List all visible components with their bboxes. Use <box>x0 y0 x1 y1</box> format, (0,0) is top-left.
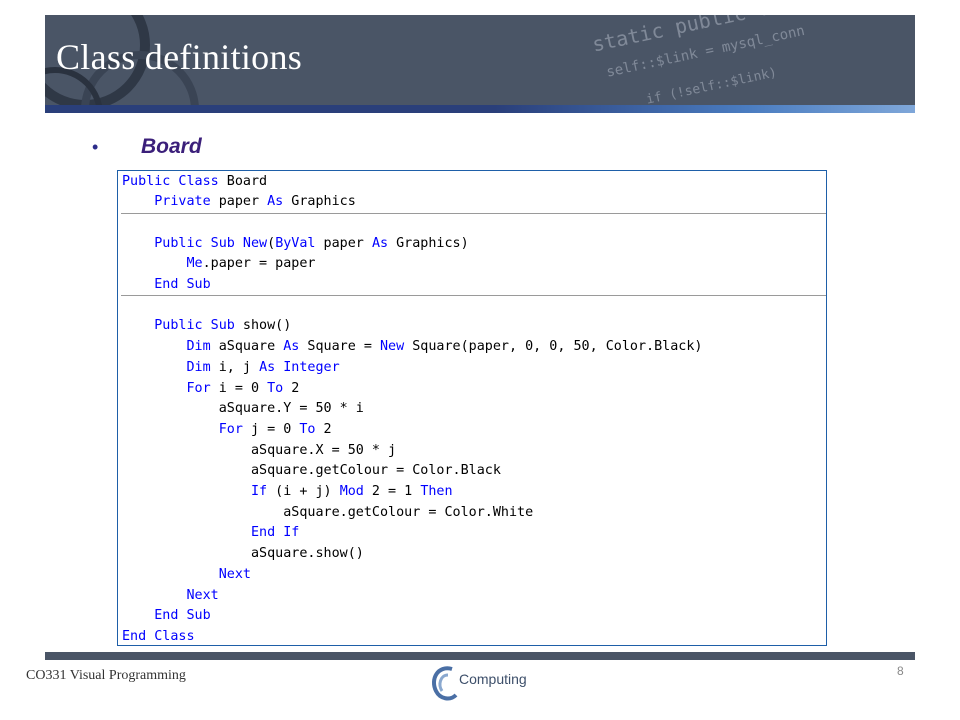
code-keyword: If <box>251 484 268 499</box>
code-keyword: End Sub <box>154 608 211 624</box>
code-line: If (i + j) Mod 2 = 1 Then <box>122 482 453 502</box>
code-line: End Class <box>122 627 195 647</box>
code-keyword: As <box>267 194 284 210</box>
code-keyword: For <box>218 421 243 437</box>
code-text: 2 <box>283 380 300 396</box>
code-line: aSquare.Y = 50 * i <box>122 399 364 419</box>
code-text: aSquare <box>210 339 284 355</box>
code-line: Dim aSquare As Square = New Square(paper… <box>122 337 703 357</box>
code-keyword: As <box>371 235 389 251</box>
code-line: Dim i, j As Integer <box>122 358 340 378</box>
code-text: ( <box>267 235 276 251</box>
code-keyword: End Class <box>122 628 195 644</box>
bullet-item-board: Board <box>141 135 202 158</box>
code-text: Graphics <box>283 194 356 210</box>
code-line: aSquare.X = 50 * j <box>122 441 396 461</box>
page-number: 8 <box>897 664 904 678</box>
code-keyword: Me <box>186 256 203 272</box>
code-line: Public Class Board <box>122 172 267 192</box>
code-keyword: Public Sub New <box>154 235 268 251</box>
code-keyword: To <box>267 380 284 396</box>
computing-logo-icon <box>432 666 458 701</box>
code-text: Square = <box>299 339 380 355</box>
footer-strip <box>45 652 915 660</box>
code-keyword: As Integer <box>259 359 340 375</box>
code-listing: Public Class Board Private paper As Grap… <box>117 170 827 646</box>
code-keyword: To <box>299 421 316 437</box>
code-text: aSquare.getColour = Color.White <box>122 504 534 520</box>
code-keyword: Mod <box>339 484 364 499</box>
code-keyword: Public Sub <box>154 318 235 334</box>
code-text: 2 = 1 <box>363 484 421 499</box>
code-keyword: Then <box>420 484 453 499</box>
code-text: 2 <box>315 421 332 437</box>
code-text: paper <box>210 194 268 210</box>
code-keyword: End Sub <box>154 277 211 292</box>
page-title: Class definitions <box>56 37 303 77</box>
code-separator <box>121 213 826 214</box>
code-line: Me.paper = paper <box>122 254 316 274</box>
code-line: aSquare.getColour = Color.White <box>122 503 533 523</box>
code-line: End Sub <box>122 275 211 295</box>
code-keyword: End If <box>251 525 300 541</box>
code-line: End Sub <box>122 606 211 626</box>
code-keyword: Dim <box>186 359 211 375</box>
code-text: i, j <box>210 359 260 375</box>
code-text: paper <box>315 235 372 251</box>
footer-course-name: CO331 Visual Programming <box>26 668 186 683</box>
code-line: Next <box>122 565 251 585</box>
bullet-dot-icon: • <box>92 137 99 157</box>
code-keyword: New <box>380 339 405 355</box>
code-keyword: Private <box>154 194 211 210</box>
code-keyword: Next <box>186 587 219 603</box>
code-line: Next <box>122 586 219 606</box>
code-line: Private paper As Graphics <box>122 192 356 212</box>
code-text: aSquare.show() <box>122 546 364 562</box>
code-text: aSquare.getColour = Color.Black <box>122 463 501 479</box>
code-line: aSquare.getColour = Color.Black <box>122 461 501 481</box>
code-text: Board <box>218 173 268 189</box>
code-keyword: ByVal <box>275 235 316 251</box>
header-accent-bar <box>45 105 915 113</box>
code-line: aSquare.show() <box>122 544 364 564</box>
code-text: j = 0 <box>242 421 300 437</box>
code-text: show() <box>234 318 292 334</box>
code-line: For i = 0 To 2 <box>122 379 300 399</box>
code-keyword: Dim <box>186 339 211 355</box>
code-text: Square(paper, 0, 0, 50, Color.Black) <box>404 339 703 355</box>
code-text: Graphics) <box>388 235 469 251</box>
code-line: For j = 0 To 2 <box>122 420 332 440</box>
code-keyword: Next <box>218 566 251 582</box>
code-line: End If <box>122 523 299 543</box>
code-text: aSquare.X = 50 * j <box>122 442 397 458</box>
code-line: Public Sub show() <box>122 316 291 336</box>
code-text: aSquare.Y = 50 * i <box>122 401 364 417</box>
code-text: i = 0 <box>210 380 268 396</box>
code-text: .paper = paper <box>202 256 316 272</box>
code-keyword: Public Class <box>122 173 219 189</box>
code-separator <box>121 295 826 296</box>
code-line: Public Sub New(ByVal paper As Graphics) <box>122 234 469 254</box>
logo-text: Computing <box>459 671 527 687</box>
code-keyword: For <box>186 380 211 396</box>
code-keyword: As <box>283 339 300 355</box>
code-text: (i + j) <box>267 484 340 499</box>
